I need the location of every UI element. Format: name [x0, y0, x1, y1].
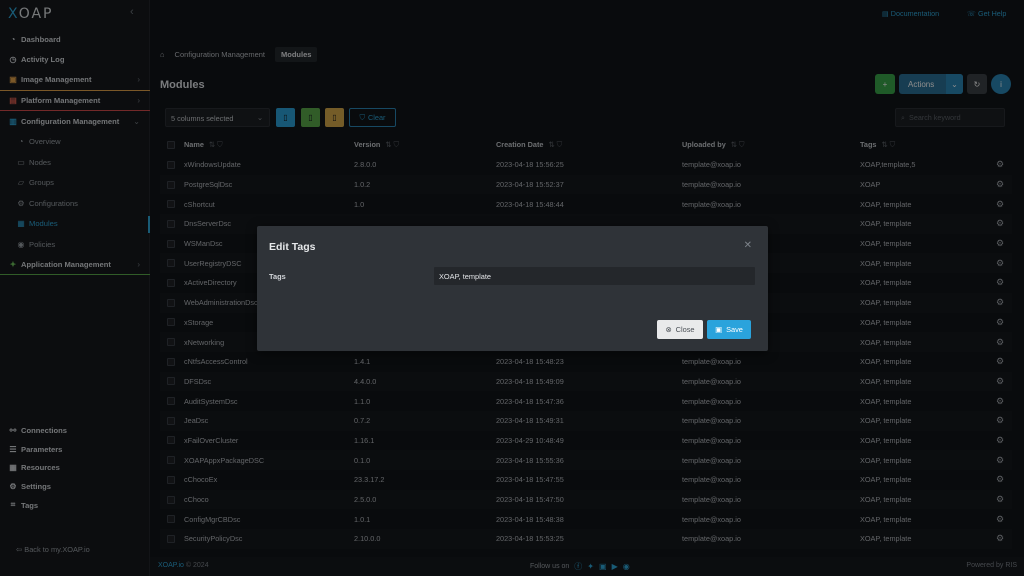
edit-tags-modal: Edit Tags ✕ Tags ⊗ Close ▣ Save	[257, 226, 768, 351]
close-icon[interactable]: ✕	[744, 240, 752, 251]
cancel-icon: ⊗	[665, 325, 672, 334]
close-button[interactable]: ⊗ Close	[657, 320, 703, 339]
save-button-label: Save	[726, 325, 743, 334]
save-icon: ▣	[715, 325, 723, 334]
modal-title: Edit Tags	[269, 241, 316, 253]
save-button[interactable]: ▣ Save	[707, 320, 751, 339]
tags-input[interactable]	[434, 267, 755, 285]
close-button-label: Close	[675, 325, 695, 334]
tags-label: Tags	[269, 272, 286, 281]
